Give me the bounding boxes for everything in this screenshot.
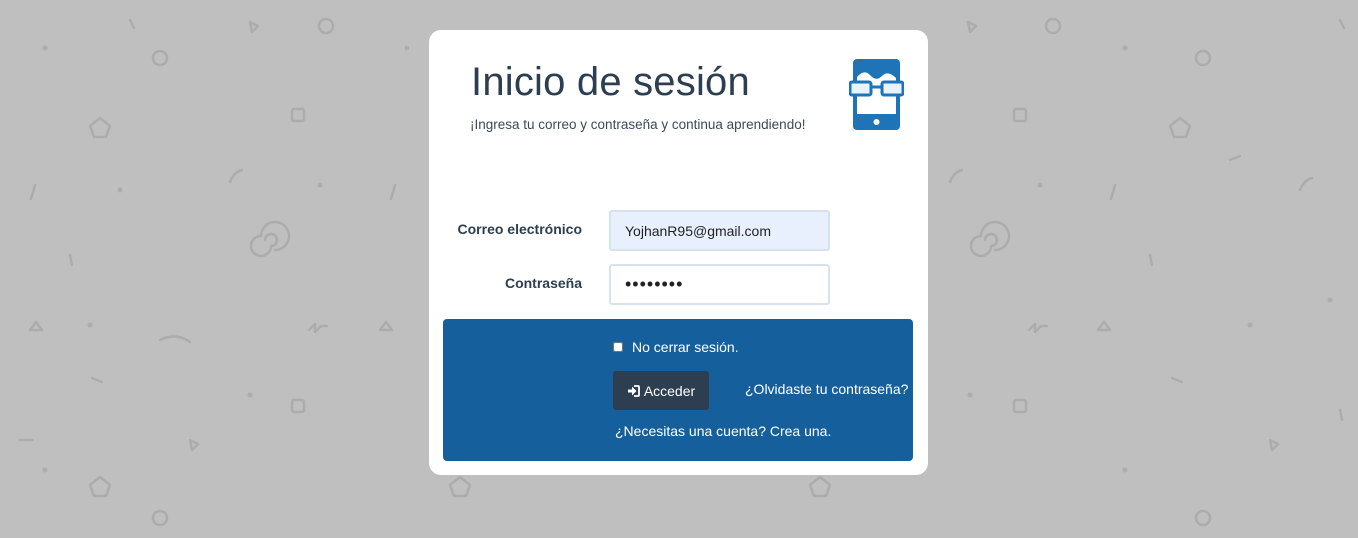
password-label: Contraseña <box>504 275 582 291</box>
email-field[interactable] <box>609 210 830 251</box>
page-title: Inicio de sesión <box>471 60 750 104</box>
signup-link[interactable]: ¿Necesitas una cuenta? Crea una. <box>615 423 831 439</box>
remember-me-label[interactable]: No cerrar sesión. <box>632 339 739 355</box>
remember-me-checkbox[interactable] <box>613 342 623 352</box>
forgot-password-link[interactable]: ¿Olvidaste tu contraseña? <box>745 381 908 397</box>
page-subtitle: ¡Ingresa tu correo y contraseña y contin… <box>470 117 806 132</box>
login-card: Inicio de sesión ¡Ingresa tu correo y co… <box>429 30 928 475</box>
email-label: Correo electrónico <box>457 221 582 237</box>
password-field[interactable] <box>609 264 830 305</box>
phone-with-glasses-icon <box>849 59 904 130</box>
login-button[interactable]: Acceder <box>613 371 709 410</box>
login-actions-panel: No cerrar sesión. Acceder ¿Olvidaste tu … <box>443 319 913 461</box>
login-button-label: Acceder <box>643 382 696 399</box>
email-row: Correo electrónico <box>429 210 928 251</box>
sign-in-icon <box>627 384 640 397</box>
password-row: Contraseña <box>429 264 928 305</box>
remember-me: No cerrar sesión. <box>613 339 739 355</box>
